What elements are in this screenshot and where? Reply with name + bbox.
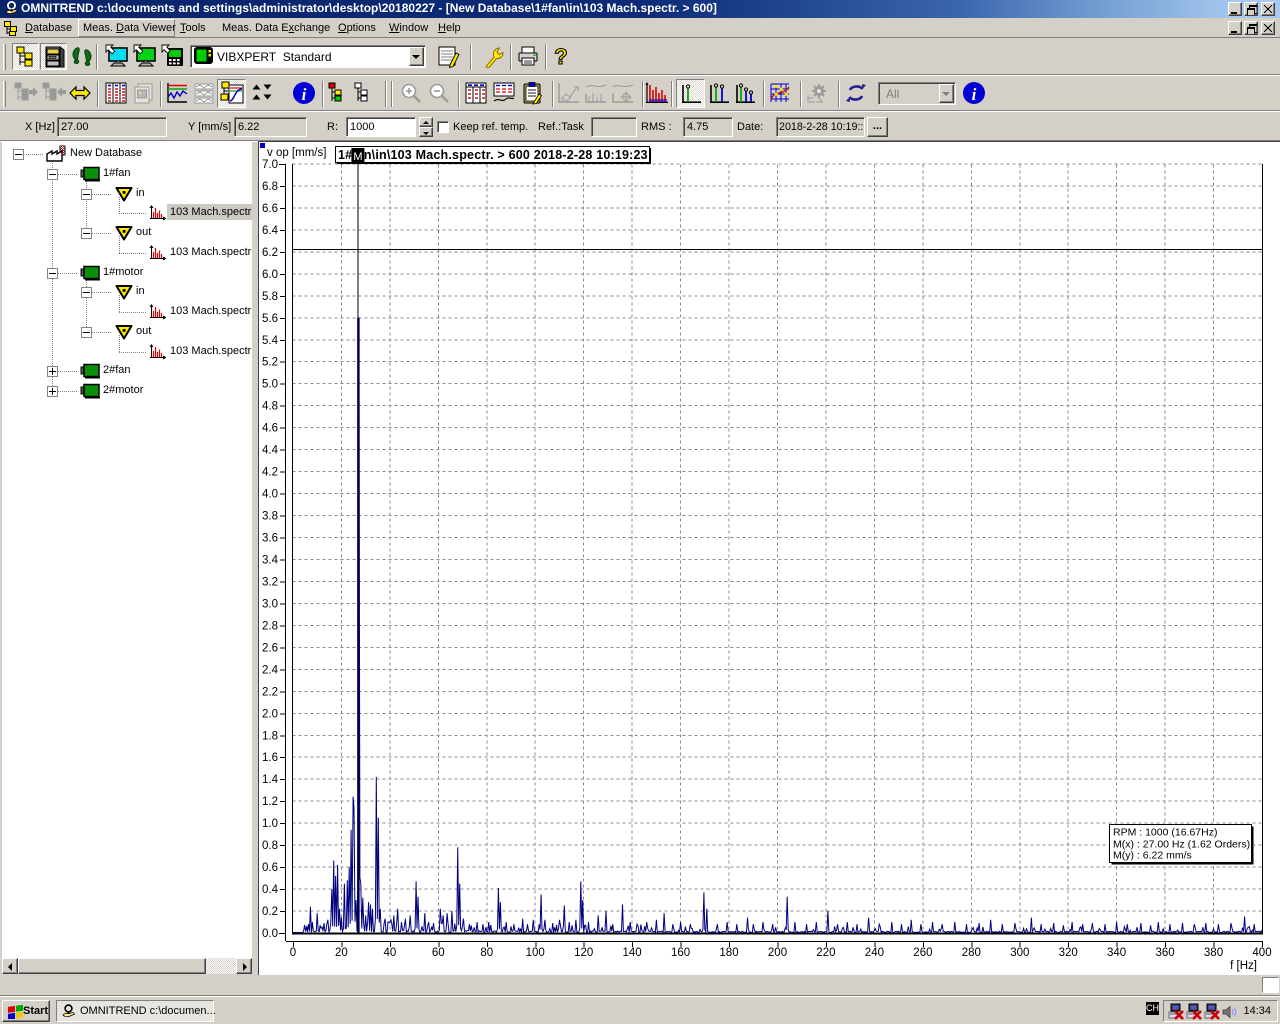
svg-text:2.8: 2.8 <box>262 620 278 632</box>
svg-text:0.0: 0.0 <box>262 928 278 940</box>
svg-text:4.8: 4.8 <box>262 401 278 413</box>
svg-text:200: 200 <box>768 947 787 959</box>
svg-text:220: 220 <box>816 947 835 959</box>
svg-text:v op [mm/s]: v op [mm/s] <box>267 147 326 159</box>
svg-text:6.4: 6.4 <box>262 225 279 237</box>
svg-text:300: 300 <box>1010 947 1029 959</box>
svg-text:5.0: 5.0 <box>262 379 278 391</box>
svg-text:280: 280 <box>962 947 981 959</box>
svg-text:2.4: 2.4 <box>262 664 279 676</box>
svg-text:1.0: 1.0 <box>262 818 278 830</box>
svg-text:400: 400 <box>1252 947 1271 959</box>
svg-text:1.2: 1.2 <box>262 796 278 808</box>
svg-text:360: 360 <box>1156 947 1175 959</box>
svg-text:20: 20 <box>335 947 348 959</box>
svg-text:100: 100 <box>526 947 545 959</box>
svg-text:5.6: 5.6 <box>262 313 278 325</box>
svg-text:1.4: 1.4 <box>262 774 279 786</box>
svg-text:5.8: 5.8 <box>262 291 278 303</box>
svg-text:3.2: 3.2 <box>262 577 278 589</box>
svg-text:160: 160 <box>671 947 690 959</box>
svg-text:120: 120 <box>574 947 593 959</box>
svg-text:0.4: 0.4 <box>262 884 279 896</box>
svg-text:i: i <box>302 85 307 104</box>
svg-text:0.6: 0.6 <box>262 862 278 874</box>
svg-text:260: 260 <box>913 947 932 959</box>
svg-text:6.8: 6.8 <box>262 181 278 193</box>
svg-text:5.4: 5.4 <box>262 335 279 347</box>
svg-text:240: 240 <box>865 947 884 959</box>
svg-text:3.4: 3.4 <box>262 555 279 567</box>
svg-text:i: i <box>972 85 977 104</box>
svg-text:M: M <box>353 151 362 163</box>
svg-text:1.8: 1.8 <box>262 730 278 742</box>
svg-text:180: 180 <box>719 947 738 959</box>
svg-text:7.0: 7.0 <box>262 159 278 171</box>
svg-text:3.0: 3.0 <box>262 598 278 610</box>
svg-text:3.8: 3.8 <box>262 511 278 523</box>
svg-text:2.6: 2.6 <box>262 642 278 654</box>
svg-text:0: 0 <box>290 947 296 959</box>
svg-text:1.6: 1.6 <box>262 752 278 764</box>
svg-text:4.0: 4.0 <box>262 489 278 501</box>
svg-text:6.2: 6.2 <box>262 247 278 259</box>
svg-text:3.6: 3.6 <box>262 533 278 545</box>
svg-text:340: 340 <box>1107 947 1126 959</box>
svg-text:2.2: 2.2 <box>262 686 278 698</box>
svg-text:4.6: 4.6 <box>262 423 278 435</box>
svg-text:320: 320 <box>1059 947 1078 959</box>
svg-text:2.0: 2.0 <box>262 708 278 720</box>
svg-text:6.6: 6.6 <box>262 203 278 215</box>
svg-text:?: ? <box>554 44 567 68</box>
svg-text:6.0: 6.0 <box>262 269 278 281</box>
svg-text:4.2: 4.2 <box>262 467 278 479</box>
svg-text:140: 140 <box>623 947 642 959</box>
svg-text:RPM : 1000 (16.67Hz): RPM : 1000 (16.67Hz) <box>1113 827 1217 839</box>
svg-text:5.2: 5.2 <box>262 357 278 369</box>
svg-text:0.2: 0.2 <box>262 906 278 918</box>
svg-text:40: 40 <box>384 947 397 959</box>
svg-text:80: 80 <box>480 947 493 959</box>
svg-text:60: 60 <box>432 947 445 959</box>
svg-text:380: 380 <box>1204 947 1223 959</box>
svg-text:f [Hz]: f [Hz] <box>1230 960 1257 972</box>
svg-text:1#fan\in\103 Mach.spectr. > 60: 1#fan\in\103 Mach.spectr. > 600 2018-2-2… <box>338 148 648 162</box>
svg-text:0.8: 0.8 <box>262 840 278 852</box>
svg-text:4.4: 4.4 <box>262 445 279 457</box>
svg-text:M(y) : 6.22 mm/s: M(y) : 6.22 mm/s <box>1113 850 1192 862</box>
